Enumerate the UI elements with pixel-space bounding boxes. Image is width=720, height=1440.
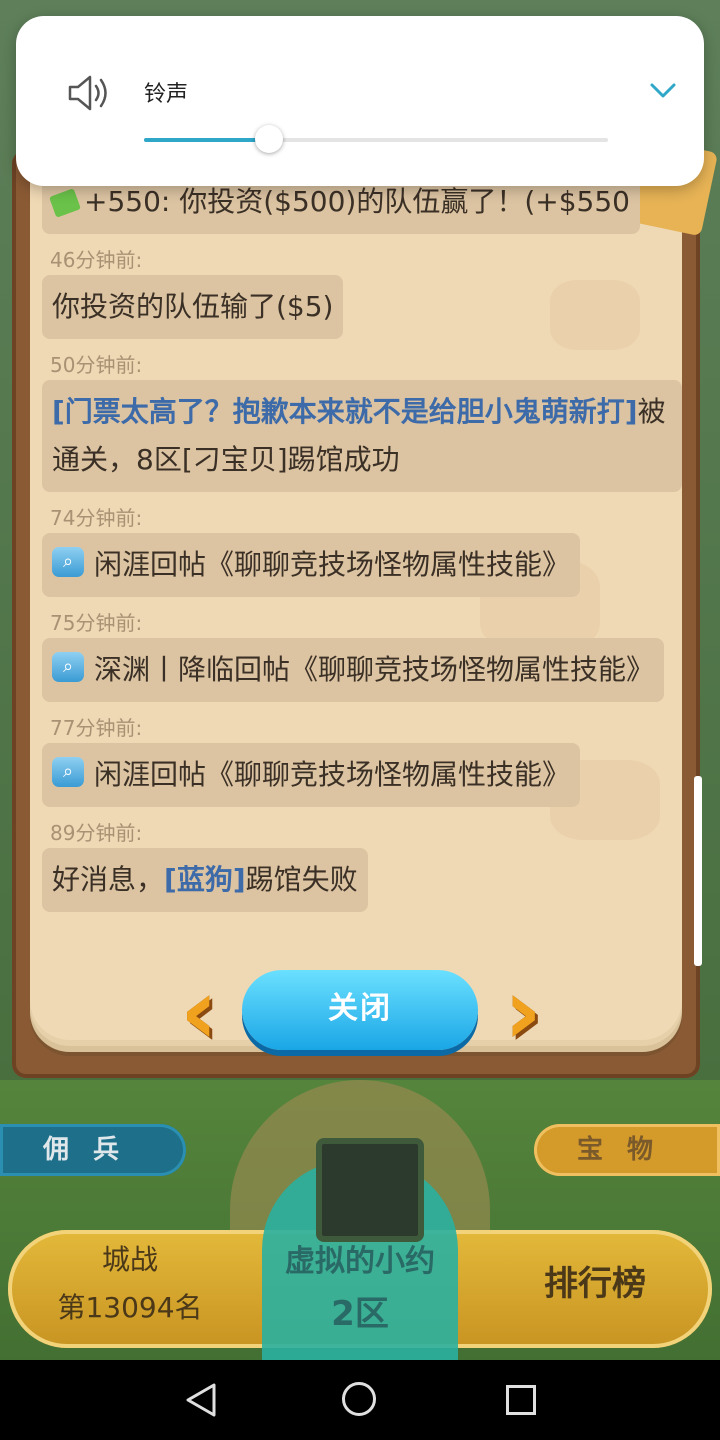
speaker-icon xyxy=(68,75,107,111)
feed-message[interactable]: 好消息，[蓝狗]踢馆失败 xyxy=(42,848,368,912)
message-feed[interactable]: +550: 你投资($500)的队伍赢了！(+$550 46分钟前: 你投资的队伍输… xyxy=(42,170,682,968)
feed-text: 踢馆失败 xyxy=(245,863,358,896)
mercenary-tab[interactable]: 佣兵 xyxy=(0,1124,186,1176)
city-war-rank: 第13094名 xyxy=(57,1291,203,1324)
feed-item[interactable]: 46分钟前: 你投资的队伍输了($5) xyxy=(42,244,682,339)
back-icon[interactable] xyxy=(184,1382,218,1418)
feed-item[interactable]: 77分钟前: ⌕ 闲涯回帖《聊聊竞技场怪物属性技能》 xyxy=(42,712,682,807)
feed-text: 闲涯回帖《聊聊竞技场怪物属性技能》 xyxy=(94,758,571,791)
volume-slider[interactable] xyxy=(144,125,608,153)
feed-timestamp: 74分钟前: xyxy=(50,506,143,530)
volume-dialog: 铃声 xyxy=(16,16,704,186)
feed-text: 你投资的队伍输了($5) xyxy=(52,290,334,323)
feed-message[interactable]: 你投资的队伍输了($5) xyxy=(42,275,344,339)
money-icon xyxy=(49,188,81,218)
chevron-down-icon[interactable] xyxy=(648,76,678,106)
treasure-tab[interactable]: 宝物 xyxy=(534,1124,720,1176)
close-button[interactable]: 关闭 xyxy=(242,970,478,1050)
feed-item[interactable]: 89分钟前: 好消息，[蓝狗]踢馆失败 xyxy=(42,817,682,912)
feed-timestamp: 75分钟前: xyxy=(50,611,143,635)
feed-text: 好消息， xyxy=(52,863,165,896)
feed-highlight-text[interactable]: [蓝狗] xyxy=(164,863,246,896)
feed-timestamp: 77分钟前: xyxy=(50,716,143,740)
user-name: 虚拟的小约 xyxy=(285,1244,435,1279)
feed-text: +550: 你投资($500)的队伍赢了！(+$550 xyxy=(84,185,630,218)
avatar[interactable] xyxy=(316,1138,424,1242)
feed-message[interactable]: [门票太高了？抱歉本来就不是给胆小鬼萌新打]被通关，8区[刁宝贝]踢馆成功 xyxy=(42,380,682,492)
feed-item[interactable]: 50分钟前: [门票太高了？抱歉本来就不是给胆小鬼萌新打]被通关，8区[刁宝贝]踢… xyxy=(42,349,682,492)
feed-timestamp: 50分钟前: xyxy=(50,353,143,377)
feed-text: 深渊丨降临回帖《聊聊竞技场怪物属性技能》 xyxy=(94,653,655,686)
feed-text: 闲涯回帖《聊聊竞技场怪物属性技能》 xyxy=(94,548,571,581)
feed-item[interactable]: 75分钟前: ⌕ 深渊丨降临回帖《聊聊竞技场怪物属性技能》 xyxy=(42,607,682,702)
feed-message[interactable]: ⌕ 闲涯回帖《聊聊竞技场怪物属性技能》 xyxy=(42,533,581,597)
volume-slider-fill xyxy=(144,138,270,142)
feed-timestamp: 46分钟前: xyxy=(50,248,143,272)
previous-arrow-button[interactable]: ‹ xyxy=(164,966,234,1058)
leaderboard-button[interactable]: 排行榜 xyxy=(520,1256,670,1305)
feed-scrollbar[interactable] xyxy=(694,776,702,966)
search-icon: ⌕ xyxy=(52,757,84,787)
feed-item[interactable]: 74分钟前: ⌕ 闲涯回帖《聊聊竞技场怪物属性技能》 xyxy=(42,502,682,597)
recent-apps-icon[interactable] xyxy=(506,1385,536,1415)
search-icon: ⌕ xyxy=(52,547,84,577)
home-icon[interactable] xyxy=(342,1382,376,1416)
search-icon: ⌕ xyxy=(52,652,84,682)
server-label: 2区 xyxy=(331,1294,389,1334)
ringtone-label: 铃声 xyxy=(144,82,189,107)
feed-highlight-text[interactable]: [门票太高了？抱歉本来就不是给胆小鬼萌新打] xyxy=(52,395,638,428)
feed-message[interactable]: ⌕ 深渊丨降临回帖《聊聊竞技场怪物属性技能》 xyxy=(42,638,665,702)
volume-slider-thumb[interactable] xyxy=(255,125,284,153)
feed-timestamp: 89分钟前: xyxy=(50,821,143,845)
next-arrow-button[interactable]: › xyxy=(488,966,558,1058)
feed-message[interactable]: ⌕ 闲涯回帖《聊聊竞技场怪物属性技能》 xyxy=(42,743,581,807)
city-war-title[interactable]: 城战 xyxy=(60,1238,200,1278)
